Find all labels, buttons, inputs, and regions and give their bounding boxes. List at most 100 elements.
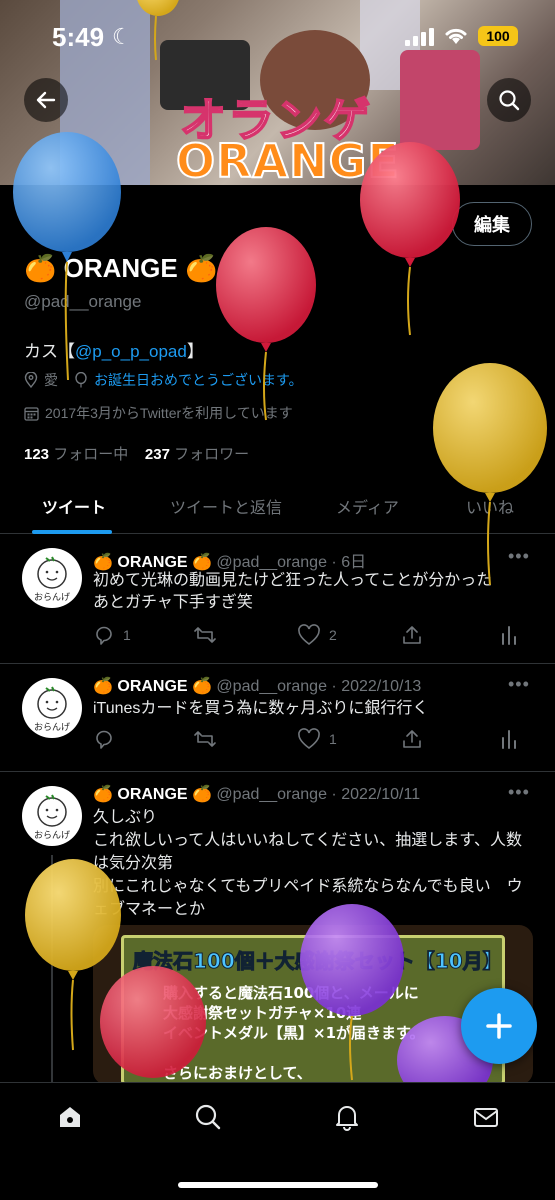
avatar[interactable]: おらんげ: [22, 786, 82, 846]
tweet-handle-date: @pad__orange · 2022/10/13: [216, 678, 422, 695]
bio-text: 】: [186, 342, 204, 361]
profile-joined: 2017年3月からTwitterを利用しています: [24, 403, 293, 423]
following-link[interactable]: 123 フォロー中: [24, 446, 128, 463]
like-count: 1: [329, 731, 337, 747]
battery-indicator: 100: [478, 26, 518, 46]
profile-handle: @pad__orange: [24, 292, 142, 311]
tweet[interactable]: おらんげ 🍊 ORANGE 🍊 @pad__orange · 2022/10/1…: [0, 664, 555, 772]
tweet-text: 初めて光琳の動画見たけど狂った人ってことが分かった あとガチャ下手すぎ笑: [93, 572, 493, 611]
avatar-text: おらんげ: [34, 592, 70, 602]
moon-icon: ☾: [112, 24, 132, 49]
back-button[interactable]: [24, 78, 68, 122]
balloon-red: [216, 227, 316, 421]
back-arrow-icon: [36, 91, 56, 109]
avatar[interactable]: おらんげ: [22, 548, 82, 608]
tweet-header: 🍊 ORANGE 🍊 @pad__orange · 2022/10/13: [93, 676, 421, 696]
avatar-orange-face: おらんげ: [34, 686, 70, 732]
heart-icon: [298, 624, 320, 646]
banner-title-en: ORANGE: [175, 133, 400, 185]
bio-mention-link[interactable]: @p_o_p_opad: [75, 342, 187, 361]
mail-icon: [474, 1108, 498, 1127]
like-count: 2: [329, 627, 337, 643]
bio-text: カス【: [24, 342, 75, 361]
avatar-orange-face: おらんげ: [34, 794, 70, 840]
search-icon: [499, 90, 520, 111]
search-icon: [195, 1104, 221, 1130]
like-button[interactable]: 2: [297, 624, 337, 646]
followers-label: フォロワー: [174, 446, 250, 463]
tab-tweets-replies[interactable]: ツイートと返信: [170, 494, 282, 518]
profile-location: 愛: [44, 372, 58, 388]
profile-display-name: 🍊 ORANGE 🍊: [24, 253, 218, 283]
plus-icon: [486, 1013, 512, 1039]
share-icon: [403, 626, 421, 644]
search-button[interactable]: [487, 78, 531, 122]
image-text: 購入すると魔法石100個と、メールに 大感謝祭セットガチャ×10連 イベントメダ…: [163, 984, 425, 1085]
avatar-orange-face: おらんげ: [34, 556, 70, 602]
edit-profile-button[interactable]: 編集: [452, 202, 532, 246]
tab-tweets[interactable]: ツイート: [42, 494, 106, 518]
avatar-text: おらんげ: [34, 830, 70, 840]
profile-tabs: ツイート ツイートと返信 メディア いいね: [0, 478, 555, 534]
reply-count: 1: [123, 627, 131, 643]
analytics-button[interactable]: [499, 728, 519, 750]
tweet-header: 🍊 ORANGE 🍊 @pad__orange · 2022/10/11: [93, 784, 420, 804]
balloon-icon: [75, 372, 87, 388]
retweet-icon: [194, 731, 216, 747]
profile-meta: 愛 お誕生日おめでとうございます。: [24, 370, 303, 390]
nav-notifications[interactable]: [331, 1101, 363, 1133]
follow-stats: 123 フォロー中 237 フォロワー: [24, 443, 249, 464]
analytics-icon: [502, 730, 516, 749]
profile-bio: カス【@p_o_p_opad】: [24, 337, 204, 362]
retweet-button[interactable]: [193, 624, 225, 646]
nav-home[interactable]: [54, 1101, 86, 1133]
location-icon: [24, 372, 38, 388]
status-bar: 5:49 ☾ 100: [0, 0, 555, 70]
share-button[interactable]: [401, 728, 423, 750]
wifi-icon: [445, 28, 467, 44]
thread-line: [51, 855, 53, 1085]
tweet-actions: 1: [93, 728, 533, 754]
tweet-header: 🍊 ORANGE 🍊 @pad__orange · 6日: [93, 548, 366, 572]
reply-button[interactable]: 1: [93, 624, 131, 646]
avatar-text: おらんげ: [34, 722, 70, 732]
joined-date: 2017年3月からTwitterを利用しています: [45, 405, 293, 421]
tweet-text: 久しぶり これ欲しいって人はいいねしてください、抽選します、人数は気分次第 別に…: [93, 809, 523, 918]
reply-icon: [96, 626, 112, 645]
analytics-icon: [502, 626, 516, 645]
tweet-author-name[interactable]: 🍊 ORANGE 🍊: [93, 786, 212, 803]
share-button[interactable]: [401, 624, 423, 646]
tweet-actions: 1 2: [93, 624, 533, 650]
reply-button[interactable]: [93, 728, 123, 750]
avatar[interactable]: おらんげ: [22, 678, 82, 738]
retweet-icon: [194, 627, 216, 643]
more-options-icon[interactable]: •••: [508, 546, 530, 567]
image-title: 魔法石100個＋大感謝祭セット【10月】: [133, 949, 504, 974]
retweet-button[interactable]: [193, 728, 225, 750]
nav-explore[interactable]: [192, 1101, 224, 1133]
tweet-handle-date: @pad__orange · 2022/10/11: [216, 786, 421, 803]
analytics-button[interactable]: [499, 624, 519, 646]
cellular-signal-icon: [405, 28, 435, 46]
followers-link[interactable]: 237 フォロワー: [145, 446, 249, 463]
share-icon: [403, 730, 421, 748]
birthday-link[interactable]: お誕生日おめでとうございます。: [94, 370, 303, 390]
more-options-icon[interactable]: •••: [508, 674, 530, 695]
compose-tweet-button[interactable]: [461, 988, 537, 1064]
reply-icon: [96, 730, 112, 749]
tweet[interactable]: おらんげ 🍊 ORANGE 🍊 @pad__orange · 6日 ••• 初め…: [0, 534, 555, 664]
like-button[interactable]: 1: [297, 728, 337, 750]
bell-icon: [336, 1106, 358, 1131]
tweet-author-name[interactable]: 🍊 ORANGE 🍊: [93, 678, 212, 695]
tab-likes[interactable]: いいね: [466, 494, 514, 518]
tab-media[interactable]: メディア: [336, 494, 399, 518]
nav-messages[interactable]: [470, 1101, 502, 1133]
heart-icon: [298, 728, 320, 750]
tweet-handle-date: @pad__orange · 6日: [216, 554, 367, 571]
following-count: 123: [24, 446, 50, 463]
tweet-author-name[interactable]: 🍊 ORANGE 🍊: [93, 554, 212, 571]
status-time: 5:49: [52, 22, 105, 52]
following-label: フォロー中: [53, 446, 129, 463]
more-options-icon[interactable]: •••: [508, 782, 530, 803]
followers-count: 237: [144, 446, 170, 463]
